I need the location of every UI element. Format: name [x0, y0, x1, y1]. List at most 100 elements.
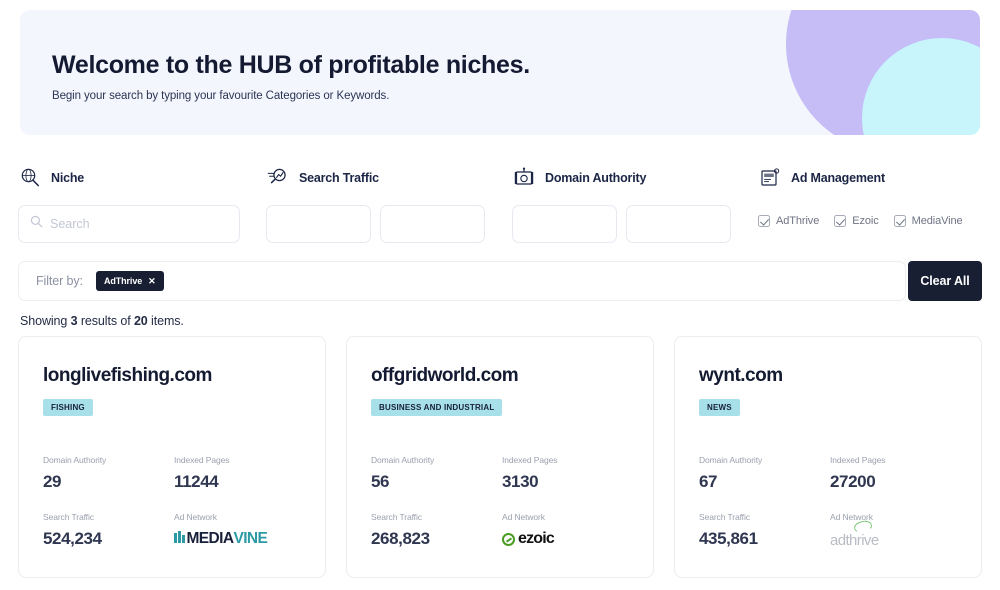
card-domain-name: longlivefishing.com: [43, 365, 301, 387]
active-filter-box: Filter by: AdThrive ✕: [18, 261, 906, 301]
filter-group-search-traffic-header: Search Traffic: [266, 163, 518, 193]
page-title: Welcome to the HUB of profitable niches.: [52, 50, 530, 80]
stat-label-search-traffic: Search Traffic: [43, 512, 174, 522]
stat-value-indexed-pages: 11244: [174, 470, 305, 494]
results-card-grid: longlivefishing.com FISHING Domain Autho…: [18, 336, 982, 578]
checkbox-item-mediavine[interactable]: MediaVine: [894, 215, 963, 227]
authority-badge-icon: [512, 166, 536, 190]
stat-label-search-traffic: Search Traffic: [371, 512, 502, 522]
checkbox-mediavine[interactable]: [894, 215, 906, 227]
stat-value-search-traffic: 435,861: [699, 527, 830, 551]
stat-label-indexed-pages: Indexed Pages: [502, 455, 633, 465]
checkbox-ezoic-label: Ezoic: [852, 215, 878, 227]
stat-label-domain-authority: Domain Authority: [371, 455, 502, 465]
filter-controls-row: Niche: [18, 163, 982, 245]
stat-value-indexed-pages: 3130: [502, 470, 633, 494]
stat-value-domain-authority: 67: [699, 470, 830, 494]
adthrive-logo: adthrive: [830, 530, 879, 549]
stat-search-traffic: Search Traffic 435,861: [699, 512, 830, 551]
result-card[interactable]: longlivefishing.com FISHING Domain Autho…: [18, 336, 326, 578]
filter-chip-adthrive[interactable]: AdThrive ✕: [96, 271, 164, 291]
filter-group-niche-header: Niche: [18, 163, 258, 193]
ezoic-logo: ezoic: [502, 530, 554, 548]
filter-chip-label: AdThrive: [104, 276, 142, 286]
stat-search-traffic: Search Traffic 268,823: [371, 512, 502, 551]
mediavine-logo-part1: MEDIA: [187, 530, 234, 548]
page-subtitle: Begin your search by typing your favouri…: [52, 90, 530, 102]
search-traffic-min-input[interactable]: [278, 217, 359, 231]
ezoic-mark-icon: [502, 533, 515, 546]
clear-all-button[interactable]: Clear All: [908, 261, 982, 301]
stat-indexed-pages: Indexed Pages 27200: [830, 455, 961, 494]
stat-label-domain-authority: Domain Authority: [699, 455, 830, 465]
results-total: 20: [134, 314, 148, 328]
filter-group-domain-authority-inputs: [512, 205, 764, 243]
stat-value-domain-authority: 56: [371, 470, 502, 494]
globe-magnifier-icon: [18, 166, 42, 190]
filter-group-ad-management-label: Ad Management: [791, 171, 885, 185]
checkbox-item-ezoic[interactable]: Ezoic: [834, 215, 878, 227]
card-category-tag: BUSINESS AND INDUSTRIAL: [371, 399, 502, 416]
ad-network-logo-wrap: adthrive: [830, 527, 961, 551]
stat-label-indexed-pages: Indexed Pages: [830, 455, 961, 465]
stat-search-traffic: Search Traffic 524,234: [43, 512, 174, 551]
filter-group-search-traffic: Search Traffic: [266, 163, 518, 243]
filter-group-search-traffic-inputs: [266, 205, 518, 243]
ad-document-icon: [758, 166, 782, 190]
stat-ad-network: Ad Network adthrive: [830, 512, 961, 551]
stat-label-search-traffic: Search Traffic: [699, 512, 830, 522]
results-summary-prefix: Showing: [20, 314, 67, 328]
checkbox-item-adthrive[interactable]: AdThrive: [758, 215, 819, 227]
domain-authority-max-wrapper[interactable]: [626, 205, 731, 243]
filter-group-ad-management-header: Ad Management: [758, 163, 998, 193]
ezoic-logo-text: ezoic: [518, 530, 554, 548]
stat-label-domain-authority: Domain Authority: [43, 455, 174, 465]
search-traffic-max-input[interactable]: [392, 217, 473, 231]
checkbox-adthrive-label: AdThrive: [776, 215, 819, 227]
hero-banner: Welcome to the HUB of profitable niches.…: [20, 10, 980, 135]
filter-group-domain-authority: Domain Authority: [512, 163, 764, 243]
card-stats-grid: Domain Authority 67 Indexed Pages 27200 …: [699, 455, 961, 551]
results-count: 3: [71, 314, 78, 328]
stat-value-domain-authority: 29: [43, 470, 174, 494]
card-stats-grid: Domain Authority 29 Indexed Pages 11244 …: [43, 455, 305, 551]
traffic-trend-magnifier-icon: [266, 166, 290, 190]
result-card[interactable]: offgridworld.com BUSINESS AND INDUSTRIAL…: [346, 336, 654, 578]
card-category-tag: NEWS: [699, 399, 740, 416]
hero-text-block: Welcome to the HUB of profitable niches.…: [52, 50, 530, 102]
niche-search-wrapper[interactable]: [18, 205, 240, 243]
search-traffic-max-wrapper[interactable]: [380, 205, 485, 243]
card-domain-name: wynt.com: [699, 365, 957, 387]
filter-group-domain-authority-header: Domain Authority: [512, 163, 764, 193]
result-card[interactable]: wynt.com NEWS Domain Authority 67 Indexe…: [674, 336, 982, 578]
card-category-tag: FISHING: [43, 399, 93, 416]
filter-group-niche-inputs: [18, 205, 258, 243]
domain-authority-min-input[interactable]: [524, 217, 605, 231]
close-icon[interactable]: ✕: [148, 276, 155, 287]
filter-group-niche: Niche: [18, 163, 258, 243]
checkbox-ezoic[interactable]: [834, 215, 846, 227]
checkbox-adthrive[interactable]: [758, 215, 770, 227]
stat-value-indexed-pages: 27200: [830, 470, 961, 494]
ad-network-logo-wrap: ezoic: [502, 527, 633, 551]
stat-label-ad-network: Ad Network: [502, 512, 633, 522]
stat-ad-network: Ad Network ezoic: [502, 512, 633, 551]
search-input[interactable]: [50, 217, 228, 231]
search-icon: [30, 215, 43, 233]
adthrive-logo-text: adthrive: [830, 532, 879, 549]
stat-label-ad-network: Ad Network: [174, 512, 305, 522]
stat-indexed-pages: Indexed Pages 11244: [174, 455, 305, 494]
ad-network-logo-wrap: MEDIA VINE: [174, 527, 305, 551]
domain-authority-min-wrapper[interactable]: [512, 205, 617, 243]
stat-domain-authority: Domain Authority 29: [43, 455, 174, 494]
search-traffic-min-wrapper[interactable]: [266, 205, 371, 243]
filter-group-domain-authority-label: Domain Authority: [545, 171, 646, 185]
filter-group-search-traffic-label: Search Traffic: [299, 171, 379, 185]
stat-value-search-traffic: 268,823: [371, 527, 502, 551]
checkbox-mediavine-label: MediaVine: [912, 215, 963, 227]
results-summary-middle: results of: [81, 314, 131, 328]
card-stats-grid: Domain Authority 56 Indexed Pages 3130 S…: [371, 455, 633, 551]
mediavine-bars-icon: [174, 531, 185, 543]
domain-authority-max-input[interactable]: [638, 217, 719, 231]
stat-domain-authority: Domain Authority 56: [371, 455, 502, 494]
